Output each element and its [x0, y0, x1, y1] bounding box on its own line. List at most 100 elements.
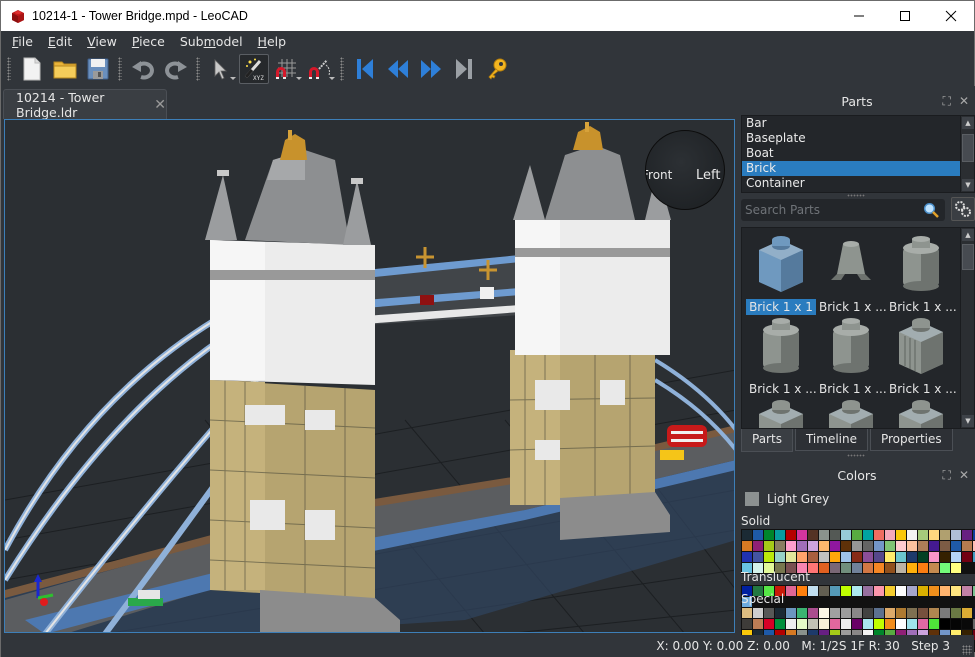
color-swatch[interactable]	[951, 530, 961, 540]
color-swatch[interactable]	[929, 530, 939, 540]
menu-view[interactable]: View	[79, 34, 124, 49]
color-swatch[interactable]	[841, 586, 851, 596]
color-swatch[interactable]	[786, 552, 796, 562]
color-swatch[interactable]	[951, 541, 961, 551]
tab-properties[interactable]: Properties	[869, 429, 953, 451]
color-swatch[interactable]	[940, 563, 950, 573]
part-item[interactable]: Brick 1 x ...	[816, 234, 887, 315]
scroll-up-icon[interactable]: ▲	[962, 229, 974, 241]
part-item[interactable]	[816, 398, 886, 428]
category-item[interactable]: Brick	[742, 161, 961, 176]
color-swatch[interactable]	[830, 530, 840, 540]
color-swatch[interactable]	[830, 552, 840, 562]
color-swatch[interactable]	[874, 541, 884, 551]
part-category-list[interactable]: ▲ ▼ Bar Baseplate Boat Brick Container	[741, 115, 975, 193]
color-swatch[interactable]	[786, 586, 796, 596]
color-swatch[interactable]	[896, 552, 906, 562]
color-swatch[interactable]	[929, 541, 939, 551]
color-swatch[interactable]	[808, 530, 818, 540]
color-swatch[interactable]	[885, 530, 895, 540]
color-swatch[interactable]	[863, 619, 873, 629]
close-panel-icon[interactable]: ✕	[959, 94, 969, 109]
menu-help[interactable]: Help	[250, 34, 294, 49]
color-swatch[interactable]	[962, 586, 972, 596]
redo-button[interactable]	[161, 54, 191, 84]
color-swatch[interactable]	[819, 552, 829, 562]
splitter-handle[interactable]	[847, 454, 865, 457]
color-swatch[interactable]	[918, 530, 928, 540]
category-item[interactable]: Bar	[742, 116, 961, 131]
color-swatch[interactable]	[852, 586, 862, 596]
color-swatch[interactable]	[819, 563, 829, 573]
color-swatch[interactable]	[786, 530, 796, 540]
float-panel-icon[interactable]: ⛶	[943, 94, 951, 109]
color-swatch[interactable]	[797, 541, 807, 551]
color-swatch[interactable]	[885, 563, 895, 573]
color-swatch[interactable]	[797, 530, 807, 540]
color-swatch[interactable]	[929, 586, 939, 596]
color-swatch[interactable]	[852, 530, 862, 540]
category-scrollbar[interactable]: ▲ ▼	[960, 116, 974, 192]
part-item[interactable]	[886, 398, 956, 428]
color-swatch[interactable]	[907, 552, 917, 562]
color-swatch[interactable]	[874, 552, 884, 562]
color-swatch[interactable]	[852, 608, 862, 618]
color-swatch[interactable]	[786, 541, 796, 551]
3d-viewport[interactable]: Front Left	[4, 119, 735, 633]
color-swatch[interactable]	[885, 619, 895, 629]
search-parts-input[interactable]	[745, 203, 915, 217]
color-swatch[interactable]	[896, 608, 906, 618]
color-swatch[interactable]	[797, 586, 807, 596]
part-item[interactable]: Brick 1 x 1	[746, 234, 816, 315]
color-swatch[interactable]	[962, 541, 972, 551]
color-swatch[interactable]	[775, 552, 785, 562]
part-item[interactable]	[746, 398, 816, 428]
color-swatch[interactable]	[841, 541, 851, 551]
color-swatch[interactable]	[742, 530, 752, 540]
color-swatch[interactable]	[951, 619, 961, 629]
color-swatch[interactable]	[753, 530, 763, 540]
color-swatch[interactable]	[951, 608, 961, 618]
color-swatch[interactable]	[808, 541, 818, 551]
select-tool-button[interactable]	[206, 54, 236, 84]
tab-parts[interactable]: Parts	[741, 429, 793, 452]
color-swatch[interactable]	[819, 530, 829, 540]
color-swatch[interactable]	[918, 586, 928, 596]
color-swatch[interactable]	[907, 541, 917, 551]
color-swatch[interactable]	[874, 608, 884, 618]
color-swatch[interactable]	[786, 619, 796, 629]
scroll-down-icon[interactable]: ▼	[962, 415, 974, 427]
color-swatch[interactable]	[929, 563, 939, 573]
menu-file[interactable]: File	[4, 34, 40, 49]
color-swatch[interactable]	[907, 586, 917, 596]
document-tab[interactable]: 10214 - Tower Bridge.ldr ✕	[3, 89, 167, 120]
color-swatch[interactable]	[830, 563, 840, 573]
toolbar-grip[interactable]	[118, 57, 122, 81]
color-swatch[interactable]	[896, 586, 906, 596]
color-swatch[interactable]	[951, 586, 961, 596]
color-swatch[interactable]	[863, 530, 873, 540]
size-grip[interactable]	[962, 645, 972, 655]
color-swatch[interactable]	[907, 530, 917, 540]
open-button[interactable]	[50, 54, 80, 84]
parts-scrollbar[interactable]: ▲ ▼	[960, 228, 974, 428]
scroll-down-icon[interactable]: ▼	[962, 179, 974, 191]
color-swatch[interactable]	[819, 619, 829, 629]
color-swatch[interactable]	[929, 619, 939, 629]
toolbar-grip[interactable]	[7, 57, 11, 81]
part-item[interactable]: Brick 1 x ...	[816, 316, 887, 397]
color-swatch[interactable]	[918, 541, 928, 551]
color-swatch[interactable]	[863, 552, 873, 562]
color-swatch[interactable]	[841, 619, 851, 629]
color-swatch[interactable]	[764, 530, 774, 540]
color-swatch[interactable]	[962, 530, 972, 540]
color-swatch[interactable]	[764, 608, 774, 618]
scroll-up-icon[interactable]: ▲	[962, 117, 974, 129]
color-swatch[interactable]	[907, 619, 917, 629]
color-swatch[interactable]	[863, 586, 873, 596]
color-swatch[interactable]	[808, 619, 818, 629]
category-item[interactable]: Boat	[742, 146, 961, 161]
color-swatch[interactable]	[962, 608, 972, 618]
view-sphere-front-label[interactable]: Front	[646, 168, 672, 182]
color-swatch[interactable]	[841, 608, 851, 618]
